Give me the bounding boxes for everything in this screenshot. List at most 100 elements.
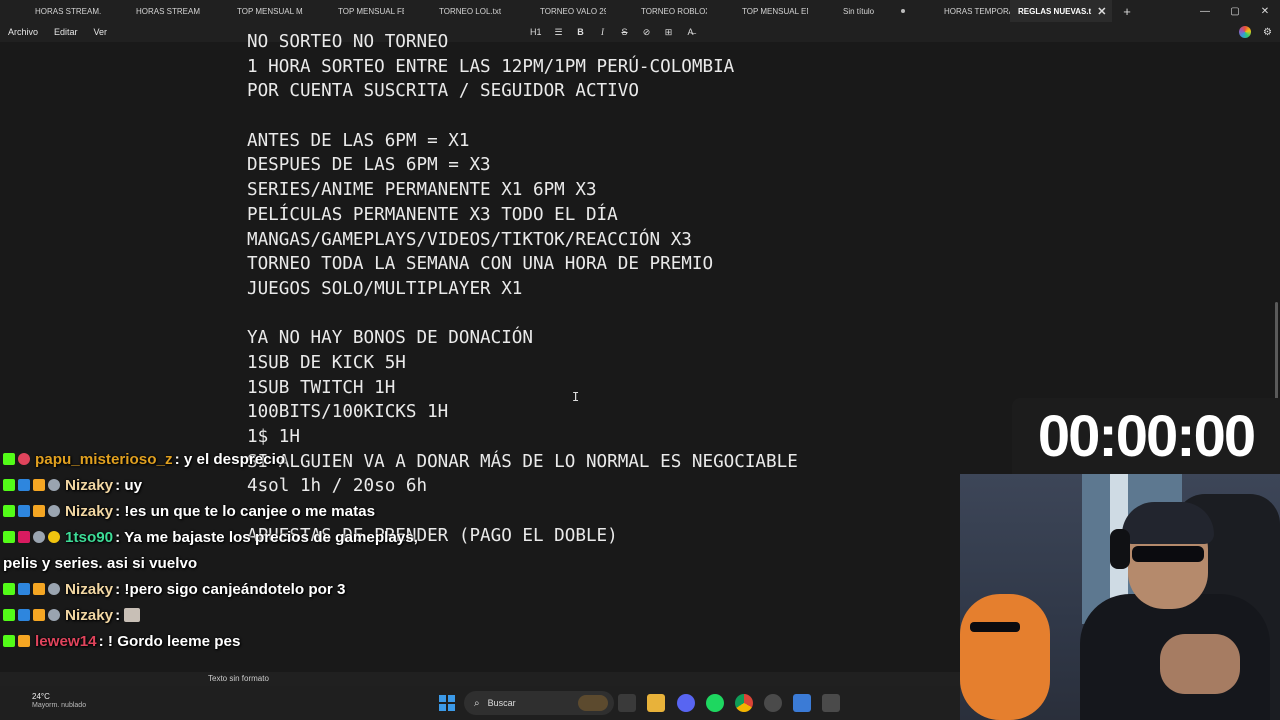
webcam-plush-toy bbox=[960, 594, 1050, 720]
document-line[interactable]: YA NO HAY BONOS DE DONACIÓN bbox=[247, 326, 798, 351]
chat-message: Nizaky: !es un que te lo canjee o me mat… bbox=[0, 499, 420, 525]
document-line[interactable]: SERIES/ANIME PERMANENTE X1 6PM X3 bbox=[247, 178, 798, 203]
document-line[interactable]: TORNEO TODA LA SEMANA CON UNA HORA DE PR… bbox=[247, 252, 798, 277]
gift-badge-icon bbox=[33, 609, 45, 622]
chat-username: 1tso90 bbox=[65, 529, 114, 547]
pink-badge-icon bbox=[18, 531, 30, 544]
notepad-icon[interactable] bbox=[793, 694, 811, 712]
document-line[interactable]: 1SUB DE KICK 5H bbox=[247, 351, 798, 376]
blue-badge-icon bbox=[18, 505, 30, 518]
webcam-headset bbox=[1110, 529, 1130, 569]
tab-1[interactable]: HORAS STREAM NUEVAS. bbox=[101, 0, 202, 22]
chrome-icon[interactable] bbox=[735, 694, 753, 712]
spotify-icon[interactable] bbox=[706, 694, 724, 712]
chat-badges bbox=[3, 577, 63, 603]
gift-badge-icon bbox=[33, 505, 45, 518]
chat-badges bbox=[3, 499, 63, 525]
document-line[interactable]: ANTES DE LAS 6PM = X1 bbox=[247, 129, 798, 154]
chat-message: Nizaky: bbox=[0, 603, 420, 629]
tab-label: TORNEO ROBLOX.txt bbox=[641, 6, 707, 16]
file-explorer-icon[interactable] bbox=[647, 694, 665, 712]
tab-4[interactable]: TORNEO LOL.txt bbox=[404, 0, 505, 22]
stream-chat-overlay: papu_misterioso_z: y el desprecio Nizaky:… bbox=[0, 447, 420, 655]
taskbar-search[interactable]: ⌕ Buscar bbox=[464, 691, 614, 715]
chat-text: : ! Gordo leeme pes bbox=[98, 633, 241, 651]
gray-badge-icon bbox=[48, 505, 60, 518]
tab-label: TORNEO LOL.txt bbox=[439, 6, 502, 16]
tab-8[interactable]: Sin título bbox=[808, 0, 909, 22]
webcam-streamer-hair bbox=[1122, 502, 1214, 544]
gray-badge-icon bbox=[33, 531, 45, 544]
weather-description: Mayorm. nublado bbox=[32, 702, 87, 709]
tab-3[interactable]: TOP MENSUAL FEBRERO 2 bbox=[303, 0, 404, 22]
blue-badge-icon bbox=[18, 479, 30, 492]
menu-ver[interactable]: Ver bbox=[86, 27, 116, 37]
blue-badge-icon bbox=[18, 583, 30, 596]
tab-label: HORAS STREAM NUEVAS. bbox=[136, 6, 202, 16]
maximize-button[interactable]: ▢ bbox=[1220, 0, 1250, 22]
document-line[interactable] bbox=[247, 302, 798, 327]
obs-icon[interactable] bbox=[764, 694, 782, 712]
tab-10[interactable]: REGLAS NUEVAS.t ✕ bbox=[1010, 0, 1112, 22]
kick-badge-icon bbox=[3, 609, 15, 622]
gift-badge-icon bbox=[33, 479, 45, 492]
kick-badge-icon bbox=[3, 479, 15, 492]
search-icon: ⌕ bbox=[474, 697, 480, 709]
kick-badge-icon bbox=[3, 531, 15, 544]
tab-5[interactable]: TORNEO VALO 29-11.txt bbox=[505, 0, 606, 22]
chat-username: lewew14 bbox=[35, 633, 97, 651]
document-line[interactable]: JUEGOS SOLO/MULTIPLAYER X1 bbox=[247, 277, 798, 302]
document-line[interactable] bbox=[247, 104, 798, 129]
discord-icon[interactable] bbox=[677, 694, 695, 712]
task-view-icon[interactable] bbox=[618, 694, 636, 712]
copilot-icon[interactable] bbox=[1239, 26, 1252, 38]
kick-badge-icon bbox=[3, 453, 15, 465]
document-line[interactable]: 100BITS/100KICKS 1H bbox=[247, 400, 798, 425]
tab-label: TOP MENSUAL FEBRERO 2 bbox=[338, 6, 404, 16]
menu-archivo[interactable]: Archivo bbox=[0, 27, 46, 37]
document-line[interactable]: MANGAS/GAMEPLAYS/VIDEOS/TIKTOK/REACCIÓN … bbox=[247, 228, 798, 253]
close-tab-icon[interactable]: ✕ bbox=[1097, 5, 1106, 18]
calculator-icon[interactable] bbox=[822, 694, 840, 712]
tab-label: TOP MENSUAL ENERO 20 bbox=[742, 6, 808, 16]
unsaved-dot-icon bbox=[901, 9, 905, 13]
window-controls: — ▢ ✕ bbox=[1190, 0, 1280, 22]
chat-username: Nizaky bbox=[65, 581, 114, 599]
blue-badge-icon bbox=[18, 609, 30, 622]
document-line[interactable]: 1$ 1H bbox=[247, 425, 798, 450]
tab-9[interactable]: HORAS TEMPORAL.txt bbox=[909, 0, 1010, 22]
weather-widget[interactable]: 24°C Mayorm. nublado bbox=[32, 692, 86, 710]
document-line[interactable]: POR CUENTA SUSCRITA / SEGUIDOR ACTIVO bbox=[247, 79, 798, 104]
chat-message: Nizaky: uy bbox=[0, 473, 420, 499]
gray-badge-icon bbox=[48, 609, 60, 622]
tab-0[interactable]: HORAS STREAM.txt bbox=[0, 0, 101, 22]
stream-timer: 00:00:00 bbox=[1012, 398, 1280, 474]
new-tab-button[interactable]: + bbox=[1112, 0, 1142, 22]
bing-highlight-icon bbox=[578, 695, 608, 711]
settings-icon[interactable]: ⚙ bbox=[1263, 27, 1272, 38]
document-line[interactable]: DESPUES DE LAS 6PM = X3 bbox=[247, 153, 798, 178]
windows-start-icon[interactable] bbox=[439, 695, 455, 711]
chat-badges bbox=[3, 629, 33, 655]
menu-editar[interactable]: Editar bbox=[46, 27, 86, 37]
document-line[interactable]: NO SORTEO NO TORNEO bbox=[247, 30, 798, 55]
chat-text: : !es un que te lo canjee o me matas bbox=[115, 503, 376, 521]
chat-text: : uy bbox=[115, 477, 143, 495]
search-placeholder: Buscar bbox=[487, 698, 516, 708]
close-window-button[interactable]: ✕ bbox=[1250, 0, 1280, 22]
tab-7[interactable]: TOP MENSUAL ENERO 20 bbox=[707, 0, 808, 22]
webcam-sunglasses bbox=[1132, 546, 1204, 562]
chat-text: : bbox=[115, 607, 121, 625]
format-indicator[interactable]: Texto sin formato bbox=[208, 674, 269, 683]
chat-text: : !pero sigo canjeándotelo por 3 bbox=[115, 581, 346, 599]
webcam-feed bbox=[960, 474, 1280, 720]
document-line[interactable]: PELÍCULAS PERMANENTE X3 TODO EL DÍA bbox=[247, 203, 798, 228]
tab-2[interactable]: TOP MENSUAL MARZO 20 bbox=[202, 0, 303, 22]
screen: HORAS STREAM.txt HORAS STREAM NUEVAS. TOP … bbox=[0, 0, 1280, 720]
tab-6[interactable]: TORNEO ROBLOX.txt bbox=[606, 0, 707, 22]
document-line[interactable]: 1SUB TWITCH 1H bbox=[247, 376, 798, 401]
minimize-button[interactable]: — bbox=[1190, 0, 1220, 22]
tab-label: HORAS STREAM.txt bbox=[35, 6, 101, 16]
kick-badge-icon bbox=[3, 635, 15, 648]
document-line[interactable]: 1 HORA SORTEO ENTRE LAS 12PM/1PM PERÚ-CO… bbox=[247, 55, 798, 80]
